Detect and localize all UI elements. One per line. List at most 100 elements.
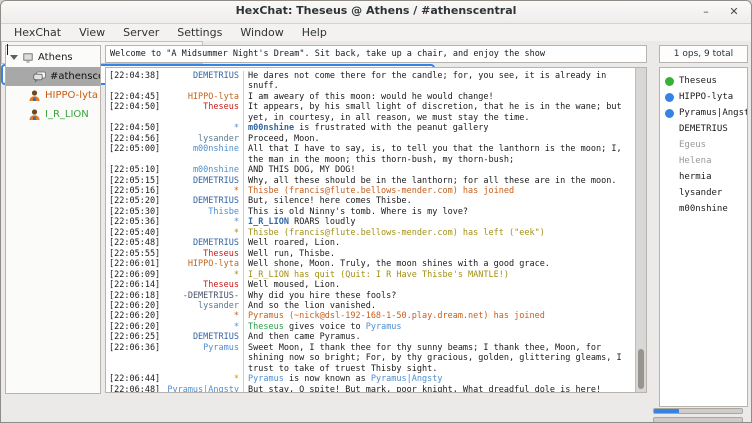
timestamp: [22:04:50] [109, 123, 161, 133]
message-segment: Pyramus [366, 322, 402, 332]
message: Pyramus (~nick@dsl-192-168-1-50.play.dre… [243, 311, 635, 321]
message-segment: Proceed, Moon. [248, 134, 320, 144]
message-segment: I am aweary of this moon: would he would… [248, 92, 494, 102]
message-segment: Why, all these should be in the lanthorn… [248, 176, 616, 186]
user-item[interactable]: Pyramus|Angsty [660, 105, 747, 121]
close-icon[interactable]: ✕ [725, 3, 743, 21]
chat-line: [22:06:20]*Pyramus (~nick@dsl-192-168-1-… [109, 311, 635, 321]
message: Thisbe (francis@flute.bellows-mender.com… [243, 186, 635, 196]
menu-item-window[interactable]: Window [231, 24, 292, 41]
tree-item-query-hippolyta[interactable]: HIPPO-lyta [6, 86, 100, 105]
chat-line: [22:06:18]-DEMETRIUS-Why did you hire th… [109, 291, 635, 301]
message-segment: Why did you hire these fools? [248, 291, 396, 301]
message: And so the lion vanished. [243, 301, 635, 311]
no-badge-spacer [665, 141, 674, 150]
voice-badge-icon [665, 109, 674, 118]
timestamp: [22:06:48] [109, 385, 161, 392]
menu-item-server[interactable]: Server [114, 24, 168, 41]
user-nick: Helena [679, 156, 712, 166]
message-segment: I_R_LION has quit (Quit: I R Have Thisbe… [248, 270, 509, 280]
message: Sweet Moon, I thank thee for thy sunny b… [243, 343, 635, 374]
title-bar: HexChat: Theseus @ Athens / #athenscentr… [1, 1, 751, 24]
user-item[interactable]: Egeus [660, 137, 747, 153]
nick: Thisbe [165, 207, 239, 217]
message: Why, all these should be in the lanthorn… [243, 176, 635, 186]
throttle-meter [653, 417, 743, 423]
nick: HIPPO-lyta [165, 92, 239, 102]
timestamp: [22:04:56] [109, 134, 161, 144]
message: Well moused, Lion. [243, 280, 635, 290]
message: But stay, O spite! But mark, poor knight… [243, 385, 635, 392]
nick: -DEMETRIUS- [165, 291, 239, 301]
user-item[interactable]: Helena [660, 153, 747, 169]
nick: DEMETRIUS [165, 71, 239, 92]
nick: Pyramus [165, 343, 239, 374]
tree-item-server-athens[interactable]: Athens [6, 48, 100, 67]
message-segment: Pyramus|Angsty [371, 374, 443, 384]
menu-item-help[interactable]: Help [293, 24, 336, 41]
user-item[interactable]: m00nshine [660, 201, 747, 217]
chat-line: [22:06:14]TheseusWell moused, Lion. [109, 280, 635, 290]
message-segment: All that I have to say, is, to tell you … [248, 144, 622, 164]
chat-line: [22:06:48]Pyramus|AngstyBut stay, O spit… [109, 385, 635, 392]
message-segment: Theseus [248, 322, 284, 332]
timestamp: [22:05:40] [109, 228, 161, 238]
nick: * [165, 374, 239, 384]
chat-line: [22:05:20]DEMETRIUSBut, silence! here co… [109, 196, 635, 206]
timestamp: [22:06:36] [109, 343, 161, 374]
message-segment: gives voice to [284, 322, 366, 332]
menu-item-settings[interactable]: Settings [168, 24, 231, 41]
scrollbar-thumb[interactable] [638, 349, 644, 389]
tree-query-hippolyta-label: HIPPO-lyta [45, 90, 98, 101]
user-nick: DEMETRIUS [679, 124, 728, 134]
message-segment: is now known as [284, 374, 371, 384]
timestamp: [22:04:38] [109, 71, 161, 92]
message: Proceed, Moon. [243, 134, 635, 144]
message-segment: I_R_LION [248, 217, 289, 227]
nick: m00nshine [165, 165, 239, 175]
nick: * [165, 123, 239, 133]
person-icon [28, 89, 41, 102]
nick: * [165, 322, 239, 332]
message-segment: And then came Pyramus. [248, 332, 361, 342]
voice-badge-icon [665, 93, 674, 102]
chat-line: [22:05:16]*Thisbe (francis@flute.bellows… [109, 186, 635, 196]
person-icon [28, 108, 41, 121]
chat-line: [22:04:45]HIPPO-lytaI am aweary of this … [109, 92, 635, 102]
chat-line: [22:04:56]lysanderProceed, Moon. [109, 134, 635, 144]
message: AND THIS DOG, MY DOG! [243, 165, 635, 175]
no-badge-spacer [665, 157, 674, 166]
message-segment: It appears, by his small light of discre… [248, 102, 622, 122]
message-segment: But stay, O spite! But mark, poor knight… [248, 385, 601, 392]
nick: * [165, 311, 239, 321]
timestamp: [22:06:25] [109, 332, 161, 342]
chat-log[interactable]: [22:04:38]DEMETRIUS He dares not come the… [106, 68, 635, 392]
nick: lysander [165, 301, 239, 311]
menu-item-view[interactable]: View [70, 24, 114, 41]
no-badge-spacer [665, 173, 674, 182]
user-item[interactable]: lysander [660, 185, 747, 201]
chat-scrollbar[interactable] [635, 68, 646, 392]
tree-server-label: Athens [38, 52, 73, 63]
chat-line: [22:06:44]*Pyramus is now known as Pyram… [109, 374, 635, 384]
menu-item-hexchat[interactable]: HexChat [5, 24, 70, 41]
user-item[interactable]: Theseus [660, 73, 747, 89]
nick: Theseus [165, 280, 239, 290]
tree-item-channel-athenscentral[interactable]: #athenscentral [6, 67, 100, 86]
user-item[interactable]: hermia [660, 169, 747, 185]
message: Theseus gives voice to Pyramus [243, 322, 635, 332]
topic-bar[interactable]: Welcome to "A Midsummer Night's Dream". … [105, 45, 647, 63]
tree-item-query-irlion[interactable]: I_R_LION [6, 105, 100, 124]
minimize-icon[interactable]: – [697, 3, 715, 21]
nick: HIPPO-lyta [165, 259, 239, 269]
chat-line: [22:06:36]PyramusSweet Moon, I thank the… [109, 343, 635, 374]
user-item[interactable]: DEMETRIUS [660, 121, 747, 137]
chat-line: [22:05:30]ThisbeThis is old Ninny's tomb… [109, 207, 635, 217]
expander-down-icon[interactable] [10, 55, 18, 60]
message-segment: He dares not come there for the candle; … [248, 71, 606, 91]
no-badge-spacer [665, 125, 674, 134]
message: I am aweary of this moon: would he would… [243, 92, 635, 102]
user-item[interactable]: HIPPO-lyta [660, 89, 747, 105]
chat-line: [22:05:40]*Thisbe (francis@flute.bellows… [109, 228, 635, 238]
message: Well shone, Moon. Truly, the moon shines… [243, 259, 635, 269]
